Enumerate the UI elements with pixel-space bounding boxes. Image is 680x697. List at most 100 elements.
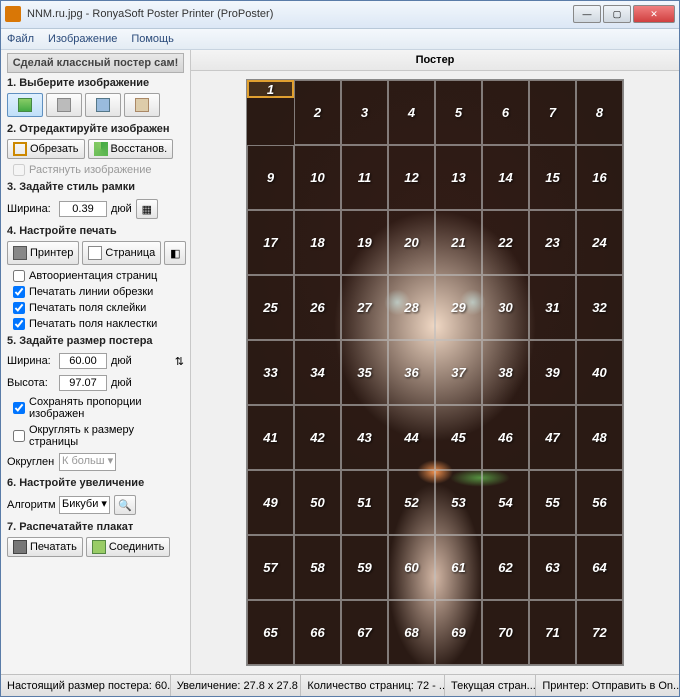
poster-cell[interactable]: 56 xyxy=(576,470,623,535)
poster-cell[interactable]: 51 xyxy=(341,470,388,535)
camera-button[interactable] xyxy=(85,93,121,117)
spinner-up-down-icon[interactable]: ⇅ xyxy=(175,355,184,368)
poster-cell[interactable]: 43 xyxy=(341,405,388,470)
poster-cell[interactable]: 2 xyxy=(294,80,341,145)
autoorient-row[interactable]: Автоориентация страниц xyxy=(13,270,184,282)
frame-width-input[interactable] xyxy=(59,201,107,217)
poster-cell[interactable]: 32 xyxy=(576,275,623,340)
menu-image[interactable]: Изображение xyxy=(48,33,117,45)
gluefields-checkbox[interactable] xyxy=(13,302,25,314)
poster-cell[interactable]: 36 xyxy=(388,340,435,405)
zoom-preview-button[interactable]: 🔍 xyxy=(114,495,136,515)
poster-cell[interactable]: 68 xyxy=(388,600,435,665)
keepratio-row[interactable]: Сохранять пропорции изображен xyxy=(13,396,184,420)
poster-cell[interactable]: 31 xyxy=(529,275,576,340)
stretch-checkbox[interactable] xyxy=(13,164,25,176)
poster-cell[interactable]: 35 xyxy=(341,340,388,405)
cutlines-checkbox[interactable] xyxy=(13,286,25,298)
poster-cell[interactable]: 9 xyxy=(247,145,294,210)
poster-cell[interactable]: 18 xyxy=(294,210,341,275)
frame-picker-button[interactable]: ▦ xyxy=(136,199,158,219)
poster-cell[interactable]: 33 xyxy=(247,340,294,405)
poster-cell[interactable]: 13 xyxy=(435,145,482,210)
poster-cell[interactable]: 52 xyxy=(388,470,435,535)
poster-cell[interactable]: 4 xyxy=(388,80,435,145)
page-button[interactable]: Страница xyxy=(82,241,161,265)
round-select[interactable]: К больш ▾ xyxy=(59,453,116,471)
poster-cell[interactable]: 55 xyxy=(529,470,576,535)
stretch-checkbox-row[interactable]: Растянуть изображение xyxy=(13,164,184,176)
poster-cell[interactable]: 49 xyxy=(247,470,294,535)
poster-cell[interactable]: 71 xyxy=(529,600,576,665)
poster-cell[interactable]: 65 xyxy=(247,600,294,665)
open-image-button[interactable] xyxy=(7,93,43,117)
poster-cell[interactable]: 15 xyxy=(529,145,576,210)
poster-cell[interactable]: 3 xyxy=(341,80,388,145)
poster-cell[interactable]: 41 xyxy=(247,405,294,470)
gluefields-row[interactable]: Печатать поля склейки xyxy=(13,302,184,314)
clipboard-button[interactable] xyxy=(124,93,160,117)
poster-cell[interactable]: 20 xyxy=(388,210,435,275)
poster-cell[interactable]: 29 xyxy=(435,275,482,340)
keepratio-checkbox[interactable] xyxy=(13,402,25,414)
merge-button[interactable]: Соединить xyxy=(86,537,171,557)
poster-cell[interactable]: 44 xyxy=(388,405,435,470)
poster-cell[interactable]: 64 xyxy=(576,535,623,600)
poster-cell[interactable]: 27 xyxy=(341,275,388,340)
poster-cell[interactable]: 46 xyxy=(482,405,529,470)
poster-cell[interactable]: 67 xyxy=(341,600,388,665)
poster-cell[interactable]: 19 xyxy=(341,210,388,275)
poster-cell[interactable]: 21 xyxy=(435,210,482,275)
poster-cell[interactable]: 61 xyxy=(435,535,482,600)
poster-cell[interactable]: 25 xyxy=(247,275,294,340)
scanner-button[interactable] xyxy=(46,93,82,117)
restore-button[interactable]: Восстанов. xyxy=(88,139,174,159)
poster-cell[interactable]: 6 xyxy=(482,80,529,145)
poster-cell[interactable]: 62 xyxy=(482,535,529,600)
poster-cell[interactable]: 14 xyxy=(482,145,529,210)
poster-width-input[interactable] xyxy=(59,353,107,369)
menu-file[interactable]: Файл xyxy=(7,33,34,45)
poster-cell[interactable]: 24 xyxy=(576,210,623,275)
poster-cell[interactable]: 53 xyxy=(435,470,482,535)
roundpage-checkbox[interactable] xyxy=(13,430,25,442)
overlapfields-row[interactable]: Печатать поля наклестки xyxy=(13,318,184,330)
poster-cell[interactable]: 47 xyxy=(529,405,576,470)
overlapfields-checkbox[interactable] xyxy=(13,318,25,330)
poster-cell[interactable]: 40 xyxy=(576,340,623,405)
poster-cell[interactable]: 42 xyxy=(294,405,341,470)
poster-grid[interactable]: 1234567891011121314151617181920212223242… xyxy=(246,79,624,666)
poster-cell[interactable]: 17 xyxy=(247,210,294,275)
minimize-button[interactable]: — xyxy=(573,5,601,23)
poster-cell[interactable]: 12 xyxy=(388,145,435,210)
poster-cell[interactable]: 66 xyxy=(294,600,341,665)
poster-cell[interactable]: 11 xyxy=(341,145,388,210)
algo-select[interactable]: Бикуби ▾ xyxy=(59,496,110,514)
poster-cell[interactable]: 22 xyxy=(482,210,529,275)
poster-cell[interactable]: 26 xyxy=(294,275,341,340)
poster-cell[interactable]: 34 xyxy=(294,340,341,405)
poster-cell[interactable]: 72 xyxy=(576,600,623,665)
poster-cell[interactable]: 38 xyxy=(482,340,529,405)
poster-cell[interactable]: 7 xyxy=(529,80,576,145)
poster-cell[interactable]: 54 xyxy=(482,470,529,535)
page-extra-button[interactable]: ◧ xyxy=(164,241,186,265)
poster-cell[interactable]: 50 xyxy=(294,470,341,535)
poster-cell[interactable]: 69 xyxy=(435,600,482,665)
poster-cell[interactable]: 1 xyxy=(247,80,294,98)
poster-cell[interactable]: 45 xyxy=(435,405,482,470)
print-button[interactable]: Печатать xyxy=(7,537,83,557)
maximize-button[interactable]: ▢ xyxy=(603,5,631,23)
poster-cell[interactable]: 37 xyxy=(435,340,482,405)
poster-cell[interactable]: 59 xyxy=(341,535,388,600)
poster-cell[interactable]: 57 xyxy=(247,535,294,600)
poster-cell[interactable]: 60 xyxy=(388,535,435,600)
cutlines-row[interactable]: Печатать линии обрезки xyxy=(13,286,184,298)
autoorient-checkbox[interactable] xyxy=(13,270,25,282)
poster-cell[interactable]: 70 xyxy=(482,600,529,665)
crop-button[interactable]: Обрезать xyxy=(7,139,85,159)
roundpage-row[interactable]: Округлять к размеру страницы xyxy=(13,424,184,448)
close-button[interactable]: ✕ xyxy=(633,5,675,23)
poster-cell[interactable]: 5 xyxy=(435,80,482,145)
printer-button[interactable]: Принтер xyxy=(7,241,79,265)
